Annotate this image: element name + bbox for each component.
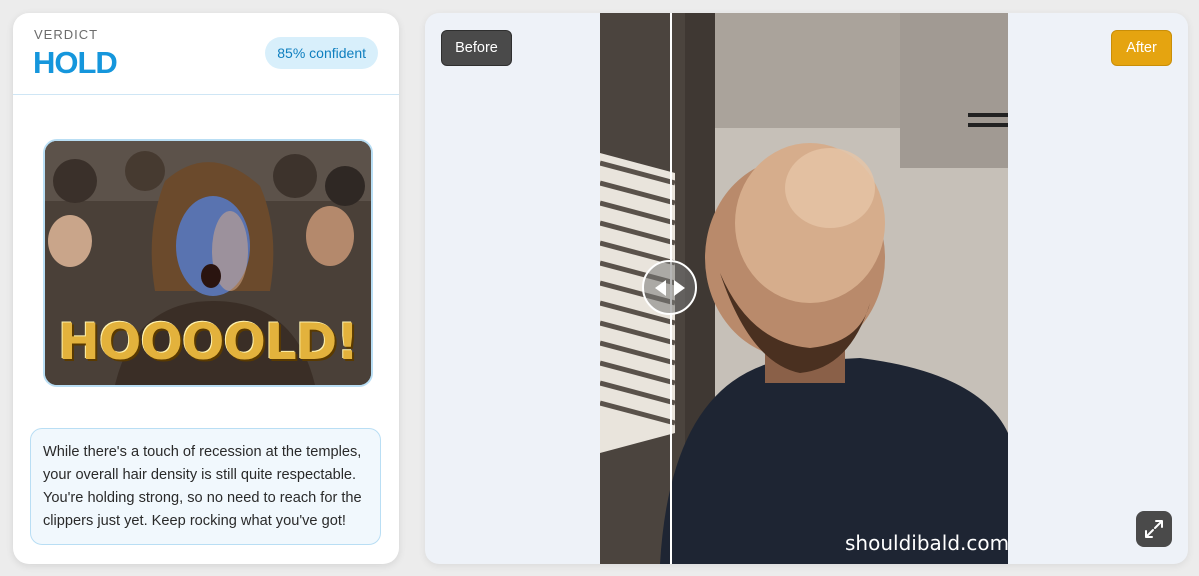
verdict-header: VERDICT HOLD 85% confident (13, 13, 399, 95)
verdict-summary-text: While there's a touch of recession at th… (43, 444, 362, 529)
site-watermark: shouldibald.com (845, 531, 1010, 555)
verdict-value: HOLD (33, 45, 118, 80)
meme-caption: HOOOOLD! (57, 313, 359, 371)
confidence-badge: 85% confident (265, 37, 378, 69)
verdict-label: VERDICT (34, 27, 99, 42)
before-after-comparison[interactable]: Before After shouldibald.com (425, 13, 1188, 564)
fullscreen-button[interactable] (1136, 511, 1172, 547)
verdict-card: VERDICT HOLD 85% confident HOOOOLD! Whil… (13, 13, 399, 564)
before-button[interactable]: Before (441, 30, 512, 66)
after-button[interactable]: After (1111, 30, 1172, 66)
expand-icon (1145, 520, 1163, 538)
verdict-meme-image: HOOOOLD! (43, 139, 373, 387)
verdict-summary-box: While there's a touch of recession at th… (30, 428, 381, 545)
left-right-arrows-icon (655, 280, 685, 296)
slider-handle[interactable] (642, 260, 697, 315)
